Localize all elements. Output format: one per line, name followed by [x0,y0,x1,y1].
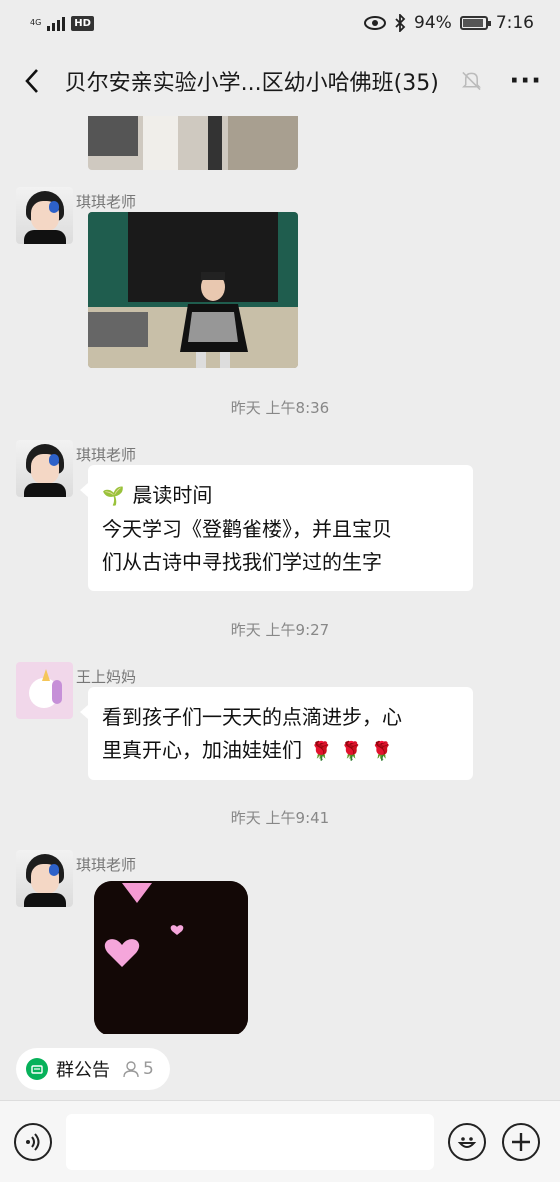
sender-name: 琪琪老师 [76,193,137,211]
member-count: 5 [122,1059,154,1079]
eye-icon [364,16,387,30]
message-row [16,440,73,497]
message-row [16,187,73,244]
message-text: 今天学习《登鹳雀楼》，并且宝贝 [102,517,392,541]
mute-icon [462,71,482,91]
avatar[interactable] [16,662,73,719]
message-line: 🌱 晨读时间 [102,479,457,513]
message-text: 看到孩子们一天天的点滴进步，心 [102,705,402,729]
network-icon: 4G [30,19,41,27]
battery-icon [459,16,491,30]
person-icon [123,1061,139,1078]
sprout-icon: 🌱 [102,486,125,507]
input-bar [0,1100,560,1182]
chat-title[interactable]: 贝尔安亲实验小学...区幼小哈佛班(35) [65,65,457,97]
signal-icon [47,15,66,31]
announcement-label: 群公告 [56,1060,110,1081]
message-row [16,662,73,719]
hd-badge: HD [71,15,94,31]
message-text: 里真开心，加油娃娃们 [102,738,302,762]
status-right: 94% 7:16 [364,13,534,33]
avatar[interactable] [16,187,73,244]
sender-name: 王上妈妈 [76,668,137,686]
timestamp: 昨天 上午9:27 [230,621,330,639]
message-row [16,850,73,907]
sender-name: 琪琪老师 [76,856,137,874]
timestamp: 昨天 上午9:41 [230,809,330,827]
more-icon[interactable]: ··· [509,66,542,96]
avatar[interactable] [16,850,73,907]
clock: 7:16 [495,13,534,33]
status-left: 4G HD [30,15,94,31]
timestamp: 昨天 上午8:36 [230,399,330,417]
chat-header: 贝尔安亲实验小学...区幼小哈佛班(35) ··· [0,46,560,116]
message-text: 晨读时间 [132,483,213,507]
message-bubble[interactable]: 看到孩子们一天天的点滴进步，心 里真开心，加油娃娃们 🌹 🌹 🌹 [80,687,473,780]
sticker[interactable] [94,881,248,1034]
message-line: 里真开心，加油娃娃们 🌹 🌹 🌹 [102,734,457,768]
message-bubble[interactable]: 🌱 晨读时间 今天学习《登鹳雀楼》，并且宝贝 们从古诗中寻找我们学过的生字 [80,465,473,591]
member-count-value: 5 [143,1059,154,1079]
message-image[interactable] [88,212,298,368]
battery-text: 94% [414,13,452,33]
plus-icon[interactable] [502,1122,540,1161]
announcement-icon [26,1058,48,1080]
message-text: 们从古诗中寻找我们学过的生字 [102,550,382,574]
rose-icon: 🌹 [310,741,333,762]
announcement-pill[interactable]: 群公告 5 [16,1048,170,1090]
rose-icon: 🌹 [370,741,394,762]
bluetooth-icon [395,14,406,32]
voice-icon[interactable] [14,1122,52,1161]
back-icon[interactable] [18,66,47,96]
sender-name: 琪琪老师 [76,446,137,464]
message-input[interactable] [66,1113,434,1170]
avatar[interactable] [16,440,73,497]
previous-image[interactable] [88,116,298,170]
chat-area[interactable]: 琪琪老师 昨天 上午8:36 琪琪老师 🌱 晨读时间 今天学习《登鹳雀楼》，并且宝… [0,116,560,1034]
network-label: 4G [30,18,42,27]
emoji-icon[interactable] [448,1122,486,1161]
rose-icon: 🌹 [340,741,363,762]
status-bar: 4G HD 94% 7:16 [0,0,560,46]
